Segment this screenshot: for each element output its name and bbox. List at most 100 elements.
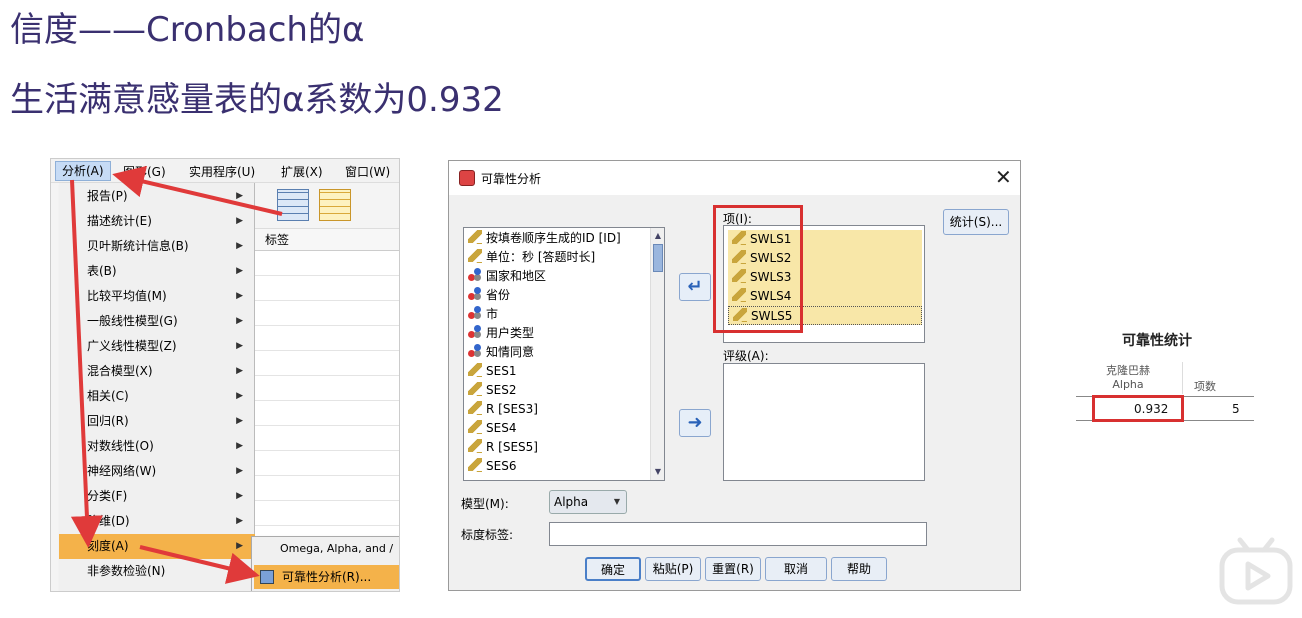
menu-item-dimension-reduction[interactable]: 降维(D) ▶ bbox=[59, 509, 255, 534]
submenu-arrow-icon: ▶ bbox=[236, 416, 243, 426]
output-item-count: 5 bbox=[1232, 402, 1240, 416]
nominal-icon bbox=[468, 325, 482, 339]
grid-line bbox=[255, 300, 399, 301]
cancel-button[interactable]: 取消 bbox=[765, 557, 827, 581]
scroll-thumb[interactable] bbox=[653, 244, 663, 272]
menu-extensions[interactable]: 扩展(X) bbox=[281, 163, 323, 180]
menu-item-scale[interactable]: 刻度(A) ▶ bbox=[59, 534, 255, 559]
menu-item-label: 回归(R) bbox=[87, 414, 129, 428]
menu-item-correlate[interactable]: 相关(C) ▶ bbox=[59, 384, 255, 409]
paste-button[interactable]: 粘贴(P) bbox=[645, 557, 701, 581]
menu-item-descriptives[interactable]: 描述统计(E) ▶ bbox=[59, 209, 255, 234]
menu-item-reports[interactable]: 报告(P) ▶ bbox=[59, 184, 255, 209]
menu-item-label: 非参数检验(N) bbox=[87, 564, 166, 578]
ratings-list[interactable] bbox=[723, 363, 925, 481]
submenu-arrow-icon: ▶ bbox=[236, 291, 243, 301]
data-view-area: 标签 bbox=[255, 183, 399, 591]
ok-button[interactable]: 确定 bbox=[585, 557, 641, 581]
variable-grid-icon[interactable] bbox=[319, 189, 351, 221]
list-item[interactable]: 省份 bbox=[468, 286, 510, 305]
submenu-arrow-icon: ▶ bbox=[236, 241, 243, 251]
reliability-dialog: 可靠性分析 ✕ 按填卷顺序生成的ID [ID] 单位：秒 [答题时长] 国家和地… bbox=[448, 160, 1021, 591]
menu-item-loglinear[interactable]: 对数线性(O) ▶ bbox=[59, 434, 255, 459]
variable-label: 知情同意 bbox=[486, 345, 535, 359]
list-item[interactable]: R [SES5] bbox=[468, 438, 538, 457]
model-select[interactable]: Alpha ▼ bbox=[549, 490, 627, 514]
menu-item-label: 一般线性模型(G) bbox=[87, 314, 178, 328]
model-label: 模型(M): bbox=[461, 497, 509, 511]
list-item[interactable]: SES6 bbox=[468, 457, 516, 476]
help-button[interactable]: 帮助 bbox=[831, 557, 887, 581]
menu-item-compare-means[interactable]: 比较平均值(M) ▶ bbox=[59, 284, 255, 309]
menu-item-tables[interactable]: 表(B) ▶ bbox=[59, 259, 255, 284]
list-item[interactable]: 国家和地区 bbox=[468, 267, 546, 286]
nominal-icon bbox=[468, 268, 482, 282]
list-item[interactable]: SES1 bbox=[468, 362, 516, 381]
submenu-arrow-icon: ▶ bbox=[236, 266, 243, 276]
menu-item-label: 描述统计(E) bbox=[87, 214, 152, 228]
list-item[interactable]: 市 bbox=[468, 305, 498, 324]
submenu-item-omega[interactable]: Omega, Alpha, and / bbox=[280, 542, 393, 555]
submenu-arrow-icon: ▶ bbox=[236, 391, 243, 401]
scroll-up-icon[interactable]: ▲ bbox=[653, 230, 663, 242]
submenu-arrow-icon: ▶ bbox=[236, 516, 243, 526]
submenu-arrow-icon: ▶ bbox=[236, 191, 243, 201]
menu-item-label: 贝叶斯统计信息(B) bbox=[87, 239, 189, 253]
submenu-arrow-icon: ▶ bbox=[236, 466, 243, 476]
submenu-arrow-icon: ▶ bbox=[236, 341, 243, 351]
menu-item-generalized-lm[interactable]: 广义线性模型(Z) ▶ bbox=[59, 334, 255, 359]
model-value: Alpha bbox=[554, 495, 589, 509]
menu-item-neural-networks[interactable]: 神经网络(W) ▶ bbox=[59, 459, 255, 484]
menu-item-classify[interactable]: 分类(F) ▶ bbox=[59, 484, 255, 509]
nominal-icon bbox=[468, 287, 482, 301]
list-item[interactable]: SES4 bbox=[468, 419, 516, 438]
reset-button[interactable]: 重置(R) bbox=[705, 557, 761, 581]
menu-item-glm[interactable]: 一般线性模型(G) ▶ bbox=[59, 309, 255, 334]
menu-graphs[interactable]: 图形(G) bbox=[123, 163, 166, 180]
menu-item-label: 分类(F) bbox=[87, 489, 128, 503]
menu-utilities[interactable]: 实用程序(U) bbox=[189, 163, 255, 180]
variable-label: SES4 bbox=[486, 421, 517, 435]
list-item[interactable]: 用户类型 bbox=[468, 324, 534, 343]
statistics-button[interactable]: 统计(S)... bbox=[943, 209, 1009, 235]
variable-label: SES2 bbox=[486, 383, 517, 397]
menubar: 分析(A) 图形(G) 实用程序(U) 扩展(X) 窗口(W) bbox=[51, 159, 399, 183]
output-header-items: 项数 bbox=[1194, 380, 1216, 393]
data-grid-icon[interactable] bbox=[277, 189, 309, 221]
menu-item-regression[interactable]: 回归(R) ▶ bbox=[59, 409, 255, 434]
source-variable-list[interactable]: 按填卷顺序生成的ID [ID] 单位：秒 [答题时长] 国家和地区 省份 市 用… bbox=[463, 227, 665, 481]
menu-item-label: 比较平均值(M) bbox=[87, 289, 167, 303]
move-to-items-button[interactable]: ↵ bbox=[679, 273, 711, 301]
variable-label: R [SES3] bbox=[486, 402, 538, 416]
list-item[interactable]: SES2 bbox=[468, 381, 516, 400]
submenu-arrow-icon: ▶ bbox=[236, 541, 243, 551]
scroll-down-icon[interactable]: ▼ bbox=[653, 466, 663, 478]
menu-item-nonparametric[interactable]: 非参数检验(N) ▶ bbox=[59, 559, 255, 584]
list-item[interactable]: 按填卷顺序生成的ID [ID] bbox=[468, 229, 621, 248]
variable-list-scrollbar[interactable]: ▲ ▼ bbox=[650, 228, 664, 480]
close-icon[interactable]: ✕ bbox=[995, 165, 1012, 189]
submenu-arrow-icon: ▶ bbox=[236, 441, 243, 451]
list-item[interactable]: R [SES3] bbox=[468, 400, 538, 419]
menu-window[interactable]: 窗口(W) bbox=[345, 163, 390, 180]
slide-title: 信度——Cronbach的α bbox=[10, 10, 365, 50]
scale-label-text: 标度标签: bbox=[461, 528, 514, 542]
move-to-ratings-button[interactable]: ➜ bbox=[679, 409, 711, 437]
list-item[interactable]: 单位：秒 [答题时长] bbox=[468, 248, 595, 267]
output-header-cronbach: 克隆巴赫 bbox=[1106, 364, 1150, 377]
ruler-icon bbox=[468, 230, 482, 244]
scale-label-input[interactable] bbox=[549, 522, 927, 546]
grid-line bbox=[255, 275, 399, 276]
dialog-titlebar: 可靠性分析 ✕ bbox=[449, 161, 1020, 195]
ruler-icon bbox=[468, 249, 482, 263]
menu-item-mixed[interactable]: 混合模型(X) ▶ bbox=[59, 359, 255, 384]
menu-analyze[interactable]: 分析(A) bbox=[55, 161, 111, 181]
variable-label: 国家和地区 bbox=[486, 269, 547, 283]
list-item[interactable]: 知情同意 bbox=[468, 343, 534, 362]
submenu-item-reliability[interactable]: 可靠性分析(R)... bbox=[254, 565, 399, 589]
column-header-label: 标签 bbox=[255, 229, 399, 251]
menu-item-label: 神经网络(W) bbox=[87, 464, 157, 478]
menu-item-label: 表(B) bbox=[87, 264, 117, 278]
menu-item-bayesian[interactable]: 贝叶斯统计信息(B) ▶ bbox=[59, 234, 255, 259]
toolbar bbox=[255, 183, 399, 229]
